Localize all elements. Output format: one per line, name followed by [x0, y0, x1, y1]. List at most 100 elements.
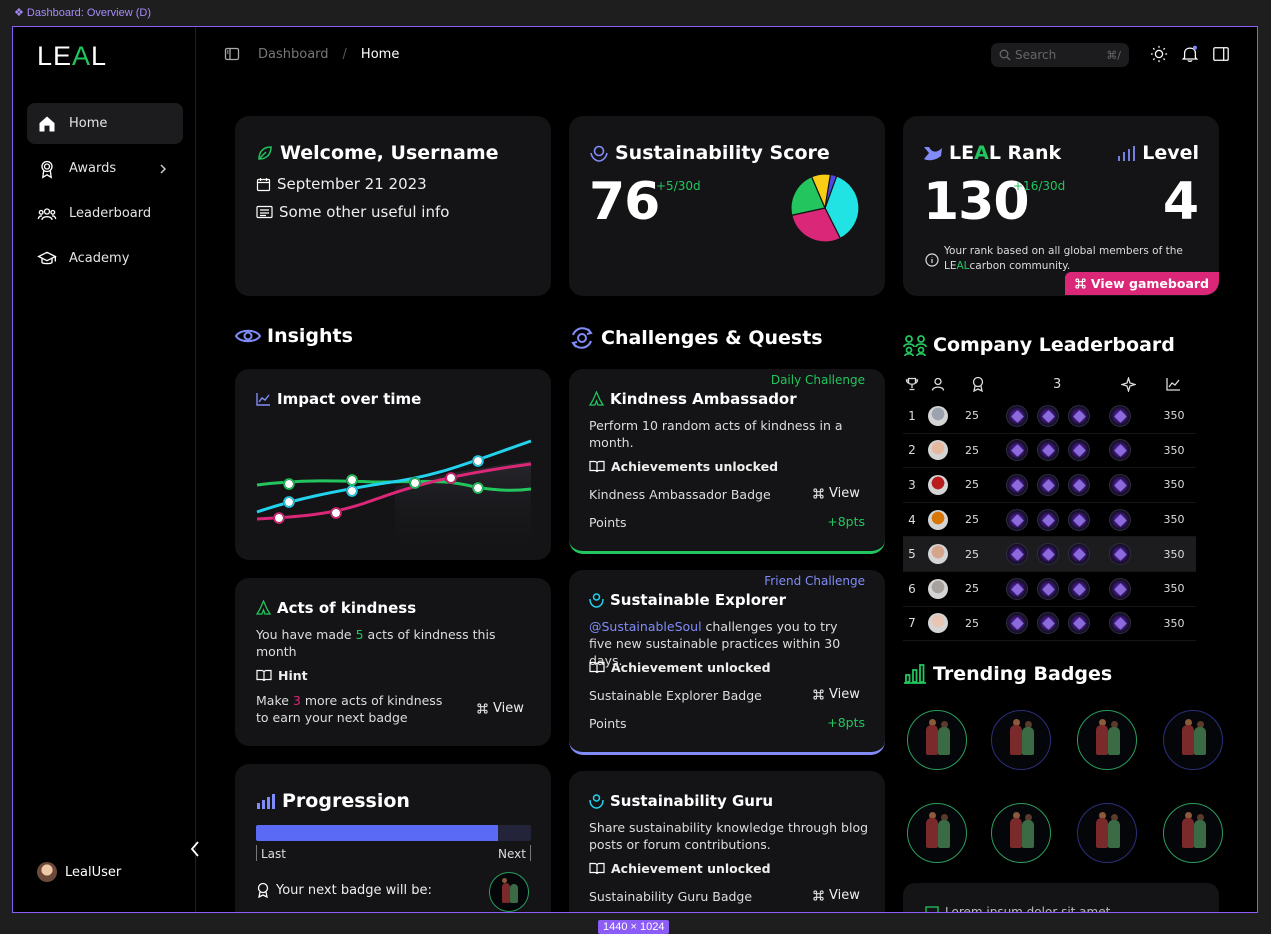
table-row[interactable]: 5 25 350 [903, 537, 1196, 572]
trending-badge[interactable] [1077, 803, 1137, 863]
challenge-card-explorer[interactable]: Friend Challenge Sustainable Explorer @S… [569, 570, 885, 755]
challenges-title: Challenges & Quests [601, 327, 823, 349]
avatar [37, 862, 57, 882]
sidebar-item-academy[interactable]: Academy [27, 238, 183, 279]
challenge-mention-link[interactable]: @SustainableSoul [589, 619, 702, 634]
next-badge-image[interactable] [489, 872, 529, 912]
rank-logo-icon [924, 147, 942, 161]
challenge-badge-name: Kindness Ambassador Badge [589, 487, 771, 502]
challenge-title: Kindness Ambassador [610, 390, 797, 408]
team-icon [903, 335, 927, 356]
logo[interactable]: LEAL [37, 41, 107, 72]
table-row[interactable]: 4 25 350 [903, 503, 1196, 538]
user-profile[interactable]: LealUser [37, 862, 121, 882]
points-label: Points [589, 515, 627, 530]
table-row[interactable]: 3 25 350 [903, 468, 1196, 503]
welcome-info-row: Some other useful info [256, 203, 449, 221]
rank-note-text: Your rank based on all global members of… [944, 245, 1183, 257]
trending-badge[interactable] [991, 710, 1051, 770]
trending-badge[interactable] [1163, 710, 1223, 770]
challenge-unlock-row: Achievement unlocked [589, 861, 771, 876]
trending-badge[interactable] [1163, 803, 1223, 863]
search-input[interactable]: Search ⌘/ [991, 43, 1129, 67]
challenge-view-button[interactable]: View [813, 486, 860, 501]
trending-footer-text: Lorem ipsum dolor sit amet [945, 905, 1111, 913]
view-label: View [493, 701, 524, 716]
welcome-date-row: September 21 2023 [256, 175, 427, 193]
points-cell: 25 [965, 513, 979, 527]
panel-toggle-icon[interactable] [1212, 45, 1230, 63]
trending-badge[interactable] [1077, 710, 1137, 770]
view-gameboard-button[interactable]: View gameboard [1064, 272, 1219, 295]
calendar-icon [256, 177, 271, 191]
badge-icon [1006, 473, 1028, 496]
trending-badge[interactable] [991, 803, 1051, 863]
sustainability-score-card: Sustainability Score 76 +5/30d [569, 116, 885, 296]
badge-icon [1006, 612, 1028, 635]
hint-count: 3 [292, 693, 301, 708]
challenge-tag: Friend Challenge [764, 574, 865, 588]
table-row[interactable]: 2 25 350 [903, 434, 1196, 469]
graduation-cap-icon [37, 251, 57, 264]
trend-chart-icon [256, 393, 270, 406]
search-icon [999, 49, 1011, 61]
trending-footer-row: Lorem ipsum dolor sit amet [925, 905, 1111, 913]
trending-badge[interactable] [907, 803, 967, 863]
challenge-tag: Daily Challenge [770, 373, 865, 387]
avatar [928, 613, 948, 634]
logo-accent: A [72, 41, 92, 71]
points-value: +8pts [827, 514, 865, 529]
challenge-view-button[interactable]: View [813, 888, 860, 903]
challenge-unlock-row: Achievements unlocked [589, 459, 778, 474]
leaderboard-table: 1 25 350 2 25 350 3 25 350 4 25 350 5 25 350 6 25 350 7 25 3… [903, 399, 1196, 642]
kindness-text-a: You have made [256, 627, 356, 642]
acts-of-kindness-card: Acts of kindness You have made 5 acts of… [235, 578, 551, 746]
badge-icon [1037, 577, 1059, 600]
bell-icon[interactable] [1181, 45, 1199, 63]
kindness-view-button[interactable]: View [477, 701, 524, 716]
progression-heading: Progression [256, 790, 410, 812]
table-row[interactable]: 6 25 350 [903, 572, 1196, 607]
book-icon [589, 661, 605, 674]
command-icon [813, 689, 824, 700]
rank-cell: 6 [908, 581, 916, 596]
challenge-title: Sustainability Guru [610, 792, 774, 810]
challenge-view-button[interactable]: View [813, 687, 860, 702]
trending-badge[interactable] [907, 710, 967, 770]
challenge-card-guru[interactable]: Sustainability Guru Share sustainability… [569, 771, 885, 912]
challenge-card-kindness[interactable]: Daily Challenge Kindness Ambassador Perf… [569, 369, 885, 554]
view-label: View [829, 687, 860, 702]
frame-label: ❖ Dashboard: Overview (D) [14, 7, 152, 19]
badge-icon [1109, 508, 1131, 531]
sidebar-item-home[interactable]: Home [27, 103, 183, 144]
theme-toggle-icon[interactable] [1150, 45, 1168, 63]
kindness-count: 5 [355, 627, 364, 642]
progression-card: Progression Last Next Your next badge wi… [235, 764, 551, 912]
avatar [928, 440, 948, 461]
book-icon [589, 862, 605, 875]
challenge-heading: Kindness Ambassador [589, 390, 797, 408]
rank-title-le: LE [949, 142, 975, 164]
progress-bar [256, 825, 531, 841]
sparkle-icon [1121, 376, 1137, 392]
challenge-desc: Share sustainability knowledge through b… [589, 820, 869, 852]
logo-text-end: L [91, 41, 108, 71]
badge-icon [1109, 473, 1131, 496]
badge-icon [1006, 577, 1028, 600]
score-cell: 350 [1163, 513, 1185, 527]
table-row[interactable]: 7 25 350 [903, 607, 1196, 642]
collapse-sidebar-icon[interactable] [189, 839, 201, 863]
breadcrumb-dashboard[interactable]: Dashboard [258, 47, 329, 62]
sidebar-item-awards[interactable]: Awards [27, 148, 183, 189]
challenge-desc: Perform 10 random acts of kindness in a … [589, 418, 843, 450]
rank-delta: +16/30d [1013, 179, 1066, 193]
challenge-badge-name: Sustainability Guru Badge [589, 889, 753, 904]
command-icon [477, 703, 488, 714]
sidebar-toggle-icon[interactable] [224, 46, 240, 62]
table-row[interactable]: 1 25 350 [903, 399, 1196, 434]
chart-icon [925, 906, 939, 912]
points-value: +8pts [827, 715, 865, 730]
sidebar-item-leaderboard[interactable]: Leaderboard [27, 193, 183, 234]
challenge-unlock-row: Achievement unlocked [589, 660, 771, 675]
praying-hands-icon [256, 600, 271, 615]
